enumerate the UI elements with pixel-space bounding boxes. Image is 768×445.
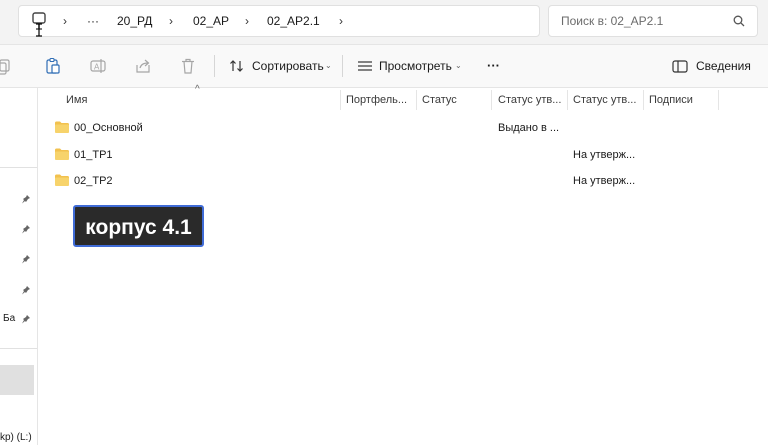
pin-icon[interactable] — [21, 314, 31, 324]
view-button[interactable]: Просмотреть ⌄ — [357, 55, 467, 77]
view-icon — [358, 61, 372, 71]
breadcrumb-20-rd[interactable]: 20_РД — [117, 6, 152, 36]
details-pane-icon — [672, 60, 688, 73]
sort-label: Сортировать — [252, 59, 324, 73]
svg-text:A: A — [94, 63, 100, 72]
pin-icon[interactable] — [21, 194, 31, 204]
column-divider[interactable] — [340, 90, 341, 110]
file-name[interactable]: 01_ТР1 — [74, 142, 113, 168]
column-divider[interactable] — [567, 90, 568, 110]
toolbar-divider — [342, 55, 343, 77]
breadcrumb-02-ar2-1[interactable]: 02_АР2.1 — [267, 6, 320, 36]
chevron-down-icon: ⌄ — [455, 61, 462, 70]
column-divider[interactable] — [491, 90, 492, 110]
command-bar: A Сортировать ⌄ Просмотреть ⌄ ··· Сведен… — [0, 45, 768, 88]
view-label: Просмотреть — [379, 59, 452, 73]
breadcrumb-overflow[interactable]: ··· — [87, 6, 99, 36]
column-divider[interactable] — [416, 90, 417, 110]
file-row[interactable]: 01_ТР1 На утверж... — [38, 142, 768, 168]
file-name[interactable]: 02_ТР2 — [74, 168, 113, 194]
toolbar-divider — [214, 55, 215, 77]
approval-status-cell: Выдано в ... — [498, 122, 560, 134]
approval-status-cell: На утверж... — [573, 175, 636, 187]
folder-icon — [55, 148, 69, 160]
folder-icon — [55, 121, 69, 133]
column-divider[interactable] — [643, 90, 644, 110]
file-row[interactable]: 00_Основной Выдано в ... — [38, 115, 768, 141]
pin-icon[interactable] — [21, 254, 31, 264]
search-input[interactable]: Поиск в: 02_АР2.1 — [548, 5, 758, 37]
address-bar[interactable]: › ··· 20_РД › 02_АР › 02_АР2.1 › — [18, 5, 540, 37]
pin-icon[interactable] — [21, 224, 31, 234]
nav-item-partial-label[interactable]: Ба — [3, 313, 15, 324]
file-row[interactable]: 02_ТР2 На утверж... — [38, 168, 768, 194]
paste-icon[interactable] — [44, 57, 62, 75]
column-header-approval-status-1[interactable]: Статус утв... — [498, 88, 566, 112]
rename-icon[interactable]: A — [89, 57, 107, 75]
search-icon[interactable] — [733, 15, 745, 27]
nav-divider — [0, 167, 37, 168]
details-label: Сведения — [696, 59, 751, 73]
column-divider[interactable] — [718, 90, 719, 110]
sort-button[interactable]: Сортировать ⌄ — [229, 55, 347, 77]
breadcrumb-02-ar[interactable]: 02_АР — [193, 6, 229, 36]
chevron-right-icon: › — [63, 14, 67, 28]
column-header-name[interactable]: Имя — [66, 88, 336, 112]
nav-drive-label[interactable]: kp) (L:) — [0, 432, 32, 443]
search-placeholder: Поиск в: 02_АР2.1 — [561, 14, 664, 28]
chevron-right-icon[interactable]: › — [339, 6, 343, 36]
share-icon[interactable] — [134, 57, 152, 75]
folder-icon — [55, 174, 69, 186]
chevron-right-icon: › — [245, 14, 249, 28]
copy-icon[interactable] — [0, 57, 12, 75]
column-header-signatures[interactable]: Подписи — [649, 88, 715, 112]
chevron-down-icon: ⌄ — [325, 61, 332, 70]
pin-icon[interactable] — [21, 285, 31, 295]
column-header-portfolio[interactable]: Портфель... — [346, 88, 414, 112]
sort-icon — [230, 60, 243, 72]
approval-status-cell: На утверж... — [573, 149, 636, 161]
column-header-status[interactable]: Статус — [422, 88, 488, 112]
nav-divider — [0, 348, 37, 349]
nav-item-selected[interactable] — [0, 365, 34, 395]
address-bar-row: › ··· 20_РД › 02_АР › 02_АР2.1 › Поиск в… — [0, 0, 768, 45]
overlay-label: корпус 4.1 — [73, 205, 204, 247]
file-name[interactable]: 00_Основной — [74, 115, 143, 141]
delete-icon[interactable] — [179, 57, 197, 75]
column-header-approval-status-2[interactable]: Статус утв... — [573, 88, 641, 112]
more-options-button[interactable]: ··· — [487, 55, 509, 77]
chevron-right-icon: › — [169, 14, 173, 28]
navigation-pane: Ба kp) (L:) — [0, 88, 38, 445]
text-cursor-icon — [36, 23, 42, 37]
details-pane-button[interactable]: Сведения — [672, 55, 756, 77]
